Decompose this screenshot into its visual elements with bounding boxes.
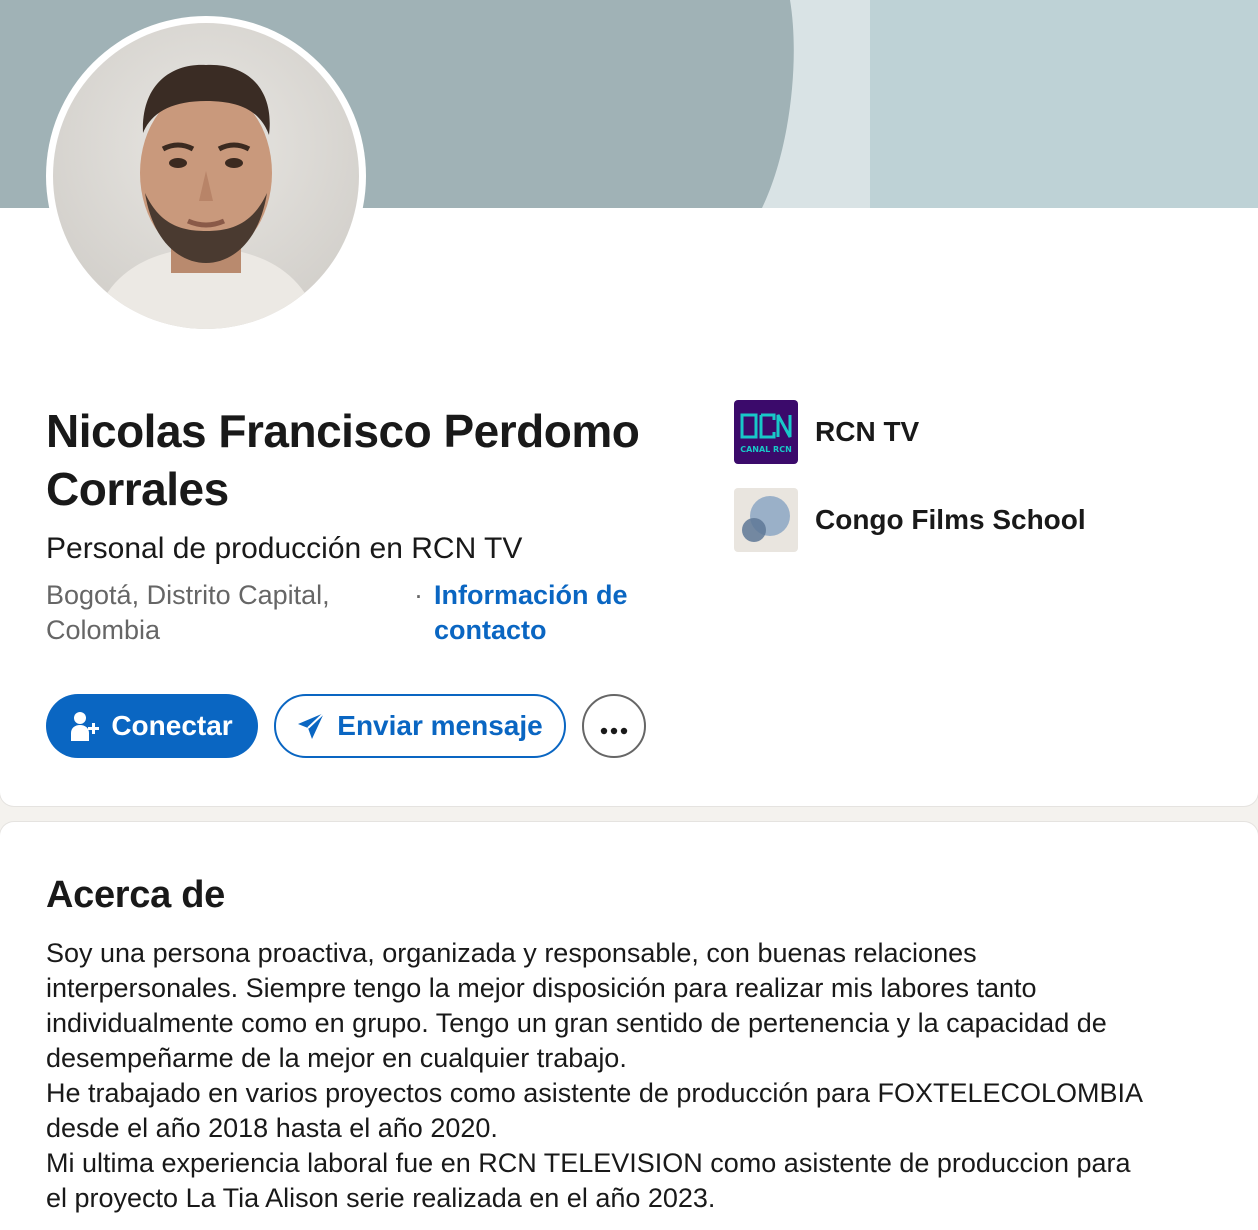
about-line: Mi ultima experiencia laboral fue en RCN… — [46, 1148, 1131, 1178]
about-line: el proyecto La Tia Alison serie realizad… — [46, 1183, 716, 1213]
org-name-congo: Congo Films School — [815, 504, 1086, 535]
profile-name: Nicolas Francisco Perdomo Corrales — [46, 405, 640, 515]
more-actions-button[interactable] — [582, 694, 646, 758]
profile-headline: Personal de producción en RCN TV — [46, 532, 523, 565]
org-congo-films[interactable]: Congo Films School — [734, 488, 1086, 552]
send-message-button[interactable]: Enviar mensaje — [274, 694, 566, 758]
more-icon — [600, 710, 628, 742]
profile-photo[interactable] — [46, 16, 366, 336]
profile-card: Nicolas Francisco Perdomo Corrales Perso… — [0, 0, 1258, 806]
org-rcn-tv[interactable]: CANAL RCN RCN TV — [734, 400, 919, 464]
rcn-logo: CANAL RCN — [734, 400, 798, 464]
send-icon — [297, 712, 325, 740]
about-line: He trabajado en varios proyectos como as… — [46, 1078, 1144, 1108]
about-line: desempeñarme de la mejor en cualquier tr… — [46, 1043, 627, 1073]
school-logo — [734, 488, 798, 552]
add-person-icon — [71, 711, 100, 741]
about-text: Soy una persona proactiva, organizada y … — [46, 936, 1226, 1216]
about-title: Acerca de — [46, 874, 225, 916]
about-line: Soy una persona proactiva, organizada y … — [46, 938, 977, 968]
separator-dot: · — [414, 580, 423, 610]
about-line: desde el año 2018 hasta el año 2020. — [46, 1113, 498, 1143]
send-message-label: Enviar mensaje — [337, 710, 543, 741]
about-line: individualmente como en grupo. Tengo un … — [46, 1008, 1107, 1038]
profile-location: Bogotá, Distrito Capital, Colombia — [46, 580, 330, 645]
connect-button[interactable]: Conectar — [46, 694, 258, 758]
about-section: Acerca de Soy una persona proactiva, org… — [0, 822, 1258, 1230]
rcn-logo-text: CANAL RCN — [740, 445, 792, 454]
org-name-rcn: RCN TV — [815, 416, 920, 447]
about-line: interpersonales. Siempre tengo la mejor … — [46, 973, 1037, 1003]
contact-info-link[interactable]: Información de contacto — [434, 578, 674, 648]
connect-button-label: Conectar — [111, 710, 233, 741]
